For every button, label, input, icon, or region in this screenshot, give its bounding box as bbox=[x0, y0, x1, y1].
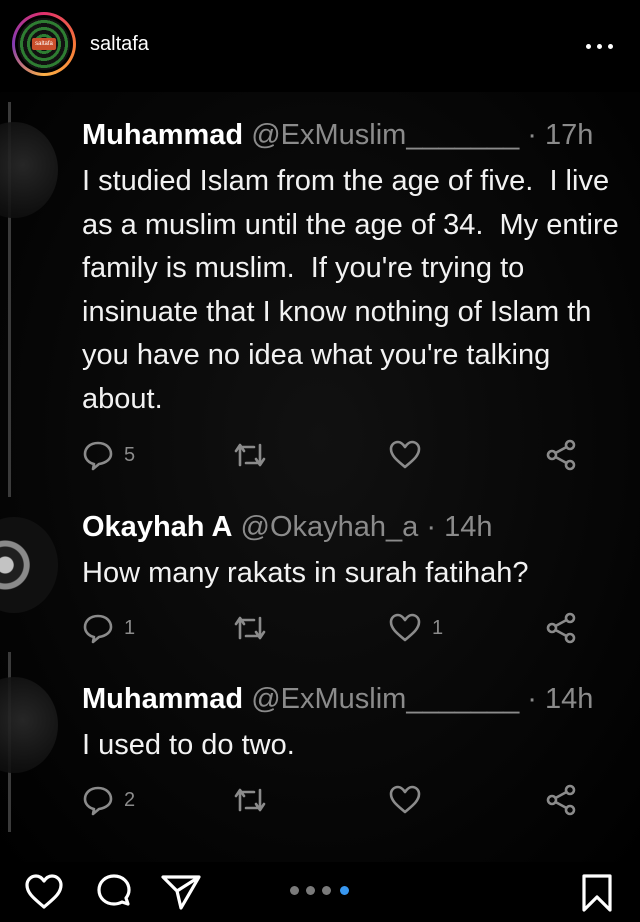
profile-avatar[interactable]: saltafa bbox=[12, 12, 76, 76]
bookmark-icon[interactable] bbox=[580, 873, 614, 913]
comment-bubble-icon bbox=[83, 614, 113, 644]
tweet-author-name: Muhammad bbox=[82, 119, 244, 151]
retweet-action[interactable] bbox=[232, 611, 268, 645]
tweet-meta: Muhammad @ExMuslim_______ · 14h bbox=[82, 681, 593, 717]
tweet-text: How many rakats in surah fatihah? bbox=[82, 557, 529, 589]
tweet-author-name: Muhammad bbox=[82, 683, 244, 715]
reply-action[interactable]: 5 bbox=[82, 438, 135, 472]
reply-action[interactable]: 1 bbox=[82, 611, 135, 645]
reply-count: 5 bbox=[124, 443, 136, 466]
avatar-image: saltafa bbox=[18, 18, 70, 70]
reply-action[interactable]: 2 bbox=[82, 783, 135, 817]
retweet-action[interactable] bbox=[232, 438, 268, 472]
reply-count: 1 bbox=[124, 616, 136, 639]
post-header: saltafa saltafa bbox=[0, 0, 640, 92]
share-icon bbox=[546, 784, 576, 816]
share-action[interactable] bbox=[544, 611, 578, 645]
avatar-logo: saltafa bbox=[32, 38, 56, 50]
more-options-icon[interactable] bbox=[586, 32, 616, 60]
share-action[interactable] bbox=[544, 783, 578, 817]
share-action[interactable] bbox=[544, 438, 578, 472]
like-action[interactable]: 1 bbox=[388, 611, 443, 645]
heart-icon bbox=[389, 613, 421, 642]
meta-separator: · bbox=[527, 119, 537, 151]
post-actions-bar bbox=[0, 862, 640, 922]
retweet-icon bbox=[234, 443, 266, 467]
share-icon bbox=[546, 612, 576, 644]
like-action[interactable] bbox=[388, 438, 432, 472]
tweet: Muhammad @ExMuslim_______ · 14h I used t… bbox=[82, 681, 593, 768]
retweet-action[interactable] bbox=[232, 783, 268, 817]
meta-separator: · bbox=[426, 511, 437, 543]
tweet-author-handle: @ExMuslim_______ bbox=[251, 119, 520, 151]
tweet-avatar bbox=[0, 122, 58, 218]
tweet-time: 14h bbox=[444, 511, 493, 543]
avatar-ring-inner: saltafa bbox=[15, 15, 73, 73]
tweet-actions: 1 1 bbox=[82, 611, 602, 645]
carousel-dot-active bbox=[340, 886, 349, 895]
send-icon[interactable] bbox=[160, 873, 202, 911]
tweet: Okayhah A @Okayhah_a · 14h How many raka… bbox=[82, 509, 529, 596]
carousel-dot bbox=[306, 886, 315, 895]
like-count: 1 bbox=[432, 616, 444, 639]
post-username[interactable]: saltafa bbox=[90, 33, 149, 56]
tweet-meta: Okayhah A @Okayhah_a · 14h bbox=[82, 509, 529, 545]
meta-separator: · bbox=[527, 683, 537, 715]
tweet-time: 17h bbox=[545, 119, 594, 151]
comment-bubble-icon bbox=[83, 441, 113, 471]
tweet-text: I studied Islam from the age of five. I … bbox=[82, 165, 619, 415]
tweet-avatar bbox=[0, 517, 58, 613]
tweet-actions: 2 bbox=[82, 783, 602, 817]
tweet-author-name: Okayhah A bbox=[82, 511, 233, 543]
tweet-actions: 5 bbox=[82, 438, 602, 472]
retweet-icon bbox=[234, 616, 266, 640]
carousel-dot bbox=[322, 886, 331, 895]
heart-icon bbox=[389, 785, 421, 814]
reply-count: 2 bbox=[124, 788, 136, 811]
comment-icon[interactable] bbox=[94, 873, 134, 911]
tweet-text: I used to do two. bbox=[82, 729, 295, 761]
like-action[interactable] bbox=[388, 783, 432, 817]
tweet-time: 14h bbox=[545, 683, 594, 715]
tweet-avatar bbox=[0, 677, 58, 773]
tweet-meta: Muhammad @ExMuslim_______ · 17h bbox=[82, 117, 619, 153]
retweet-icon bbox=[234, 788, 266, 812]
carousel-dot bbox=[290, 886, 299, 895]
like-heart-icon[interactable] bbox=[24, 873, 64, 911]
tweet-author-handle: @ExMuslim_______ bbox=[251, 683, 520, 715]
tweet: Muhammad @ExMuslim_______ · 17h I studie… bbox=[82, 117, 619, 421]
heart-icon bbox=[389, 440, 421, 469]
post-image[interactable]: Muhammad @ExMuslim_______ · 17h I studie… bbox=[0, 92, 640, 862]
comment-bubble-icon bbox=[83, 786, 113, 816]
tweet-author-handle: @Okayhah_a bbox=[240, 511, 419, 543]
share-icon bbox=[546, 439, 576, 471]
